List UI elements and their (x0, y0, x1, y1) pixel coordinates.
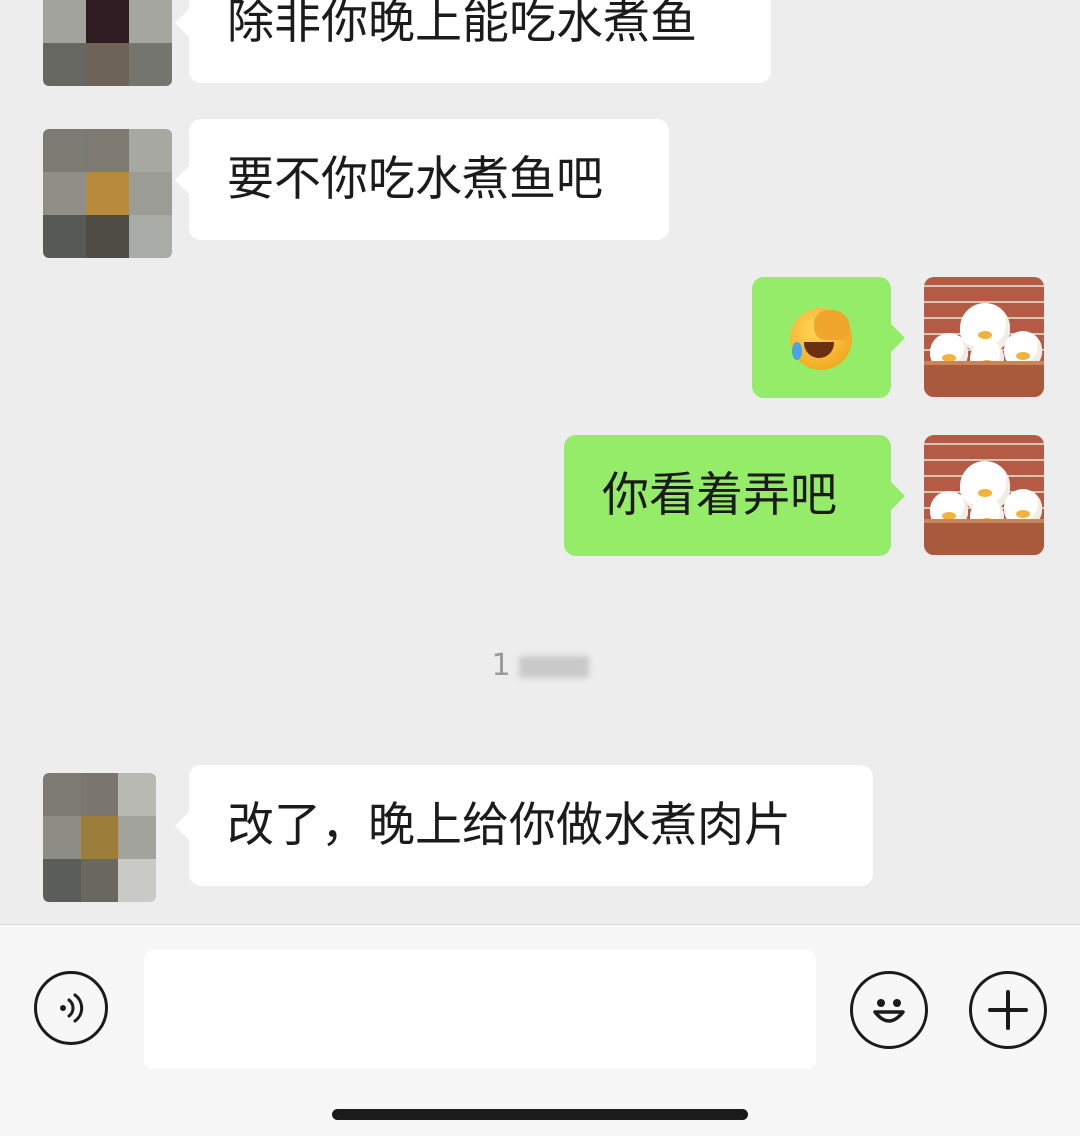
message-bubble-incoming[interactable]: 要不你吃水煮鱼吧 (175, 119, 669, 240)
home-indicator[interactable] (332, 1109, 748, 1120)
input-bar (0, 924, 1080, 1136)
voice-icon (60, 993, 84, 1023)
message-bubble-outgoing[interactable]: 你看着弄吧 (564, 435, 905, 556)
my-avatar[interactable] (924, 277, 1044, 397)
message-input[interactable] (144, 950, 816, 1069)
message-bubble-incoming[interactable]: 改了，晚上给你做水煮肉片 (175, 765, 873, 886)
emoji-button[interactable] (850, 971, 928, 1049)
my-avatar[interactable] (924, 435, 1044, 555)
more-button[interactable] (969, 971, 1047, 1049)
contact-avatar[interactable] (43, 129, 172, 258)
facepalm-laugh-emoji (790, 308, 852, 370)
message-text: 除非你晚上能吃水煮鱼 (227, 0, 697, 50)
plus-icon (988, 990, 1028, 1030)
message-timestamp: 1 (0, 648, 1080, 683)
message-bubble-incoming[interactable]: 除非你晚上能吃水煮鱼 (175, 0, 771, 83)
voice-button[interactable] (34, 971, 108, 1045)
message-text: 你看着弄吧 (602, 468, 837, 523)
smiley-icon (873, 999, 905, 1023)
chat-area: 除非你晚上能吃水煮鱼 要不你吃水煮鱼吧 你看着弄吧 1 改了，晚上给你做水煮肉片 (0, 0, 1080, 924)
contact-avatar[interactable] (43, 0, 172, 86)
contact-avatar[interactable] (43, 773, 156, 902)
message-text: 要不你吃水煮鱼吧 (227, 152, 603, 207)
message-text: 改了，晚上给你做水煮肉片 (227, 798, 791, 853)
blurred-timestamp (518, 655, 589, 678)
